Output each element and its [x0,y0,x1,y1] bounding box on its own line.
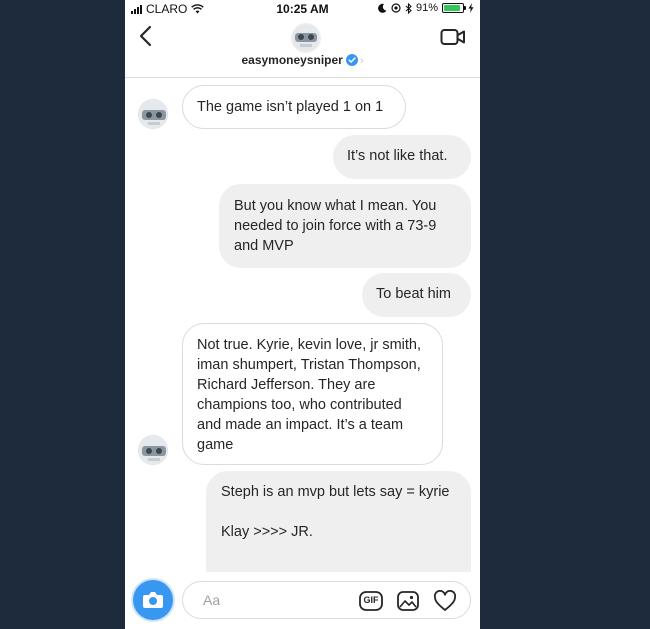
chevron-right-icon: › [359,55,364,67]
profile-photo-icon [139,436,167,464]
header-avatar[interactable] [291,23,321,53]
message-sent[interactable]: Steph is an mvp but lets say = kyrie Kla… [206,471,471,572]
gif-button[interactable]: GIF [358,590,384,612]
message-received[interactable]: Not true. Kyrie, kevin love, jr smith, i… [182,323,443,465]
status-icons: 91% [378,2,474,14]
charging-icon [468,3,474,13]
moon-icon [378,3,387,13]
phone-screen: CLARO 10:25 AM 91% easymoneysniper › The… [125,0,480,629]
message-sent[interactable]: To beat him [362,273,471,317]
header-username-row[interactable]: easymoneysniper › [125,53,480,67]
profile-photo-icon [139,100,167,128]
image-gallery-icon[interactable] [396,590,420,612]
battery-icon [442,3,466,13]
profile-photo-icon [292,24,320,52]
bluetooth-icon [405,2,412,14]
heart-icon[interactable] [433,590,457,612]
verified-badge-icon [345,54,358,66]
message-composer: GIF [125,572,480,629]
status-bar: CLARO 10:25 AM 91% [125,0,480,17]
battery-percent: 91% [415,2,438,14]
sender-avatar[interactable] [138,99,168,129]
camera-button[interactable] [133,580,173,620]
back-arrow-icon[interactable] [135,23,157,49]
camera-icon [143,592,163,608]
message-input[interactable] [201,591,355,609]
video-camera-icon[interactable] [440,27,466,47]
sender-avatar[interactable] [138,435,168,465]
message-sent[interactable]: But you know what I mean. You needed to … [219,184,471,268]
message-input-container[interactable]: GIF [182,581,471,619]
message-sent[interactable]: It’s not like that. [333,135,471,179]
gif-label: GIF [363,595,379,605]
message-thread[interactable]: The game isn’t played 1 on 1 It’s not li… [125,78,480,572]
message-received[interactable]: The game isn’t played 1 on 1 [182,85,406,129]
header-username[interactable]: easymoneysniper [241,53,342,67]
conversation-header: easymoneysniper › [125,17,480,78]
location-icon [391,3,401,13]
